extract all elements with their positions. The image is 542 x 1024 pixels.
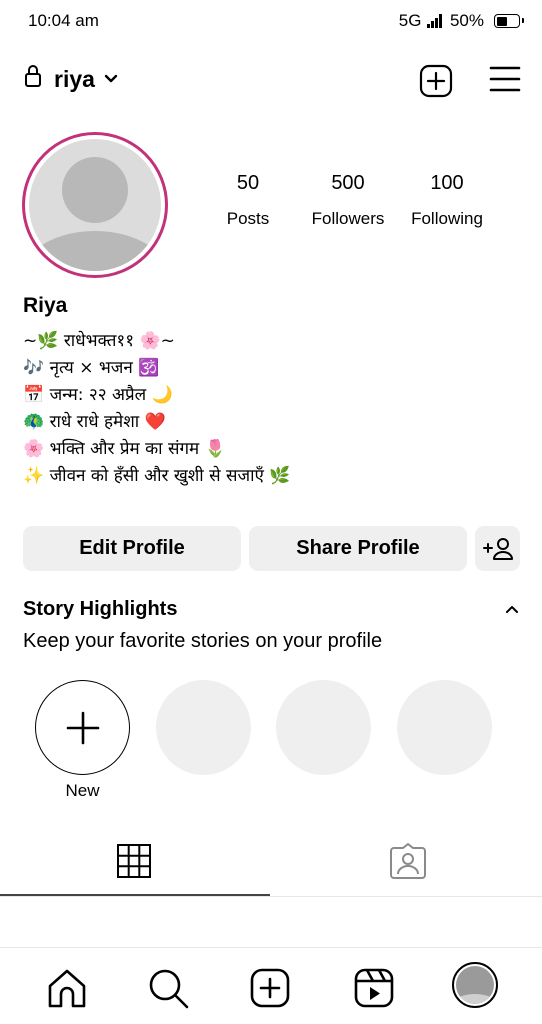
avatar-head-shape — [62, 157, 128, 223]
chevron-up-icon[interactable] — [505, 604, 519, 614]
posts-label: Posts — [226, 209, 270, 228]
new-highlight-button[interactable] — [35, 680, 130, 775]
followers-label: Followers — [311, 209, 385, 228]
network-type: 5G — [398, 11, 422, 30]
profile-tab-avatar[interactable] — [452, 962, 498, 1008]
search-icon[interactable] — [148, 968, 190, 1010]
bio-line: 📅 जन्म: २२ अप्रैल 🌙 — [23, 385, 173, 405]
bottom-nav-divider — [0, 947, 542, 948]
signal-icon — [427, 14, 442, 28]
following-count: 100 — [430, 172, 464, 194]
username-switcher[interactable]: riya — [54, 66, 95, 93]
status-time: 10:04 am — [28, 11, 99, 30]
posts-count: 50 — [236, 172, 260, 194]
status-indicators: 5G 50% — [398, 11, 524, 31]
bio-line: 🎶 नृत्य × भजन 🕉️ — [23, 358, 160, 378]
chevron-down-icon[interactable] — [104, 74, 118, 84]
menu-icon[interactable] — [489, 64, 521, 94]
story-highlights-title: Story Highlights — [23, 598, 178, 620]
home-icon[interactable] — [47, 968, 87, 1010]
battery-fill — [496, 16, 507, 26]
avatar-placeholder — [29, 139, 161, 271]
add-post-icon[interactable] — [419, 64, 453, 98]
avatar-placeholder — [456, 966, 494, 1004]
followers-stat[interactable]: 500 Followers — [298, 172, 398, 229]
new-highlight-label: New — [65, 781, 100, 800]
lock-icon — [25, 65, 41, 87]
battery-icon — [494, 14, 524, 28]
share-profile-button[interactable]: Share Profile — [249, 526, 467, 571]
following-stat[interactable]: 100 Following — [397, 172, 497, 229]
edit-profile-button[interactable]: Edit Profile — [23, 526, 241, 571]
battery-percent: 50% — [449, 11, 484, 30]
story-highlights-subtitle: Keep your favorite stories on your profi… — [23, 630, 383, 652]
bio-line: 🦚 राधे राधे हमेशा ❤️ — [23, 412, 166, 432]
add-person-icon — [482, 537, 513, 560]
create-icon[interactable] — [250, 968, 290, 1008]
avatar-body-shape — [29, 231, 161, 271]
reels-icon[interactable] — [354, 968, 394, 1008]
bio-line: ~🌿 राधेभक्त११ 🌸~ — [23, 331, 175, 351]
highlight-placeholder — [397, 680, 492, 775]
tab-divider — [0, 896, 542, 897]
profile-bio: ~🌿 राधेभक्त११ 🌸~ 🎶 नृत्य × भजन 🕉️ 📅 जन्म… — [23, 328, 290, 490]
highlight-placeholder — [276, 680, 371, 775]
highlight-placeholder — [156, 680, 251, 775]
bio-line: ✨ जीवन को हँसी और खुशी से सजाएँ 🌿 — [23, 466, 291, 486]
grid-icon[interactable] — [116, 843, 152, 879]
profile-header: riya — [0, 58, 542, 102]
bio-line: 🌸 भक्ति और प्रेम का संगम 🌷 — [23, 439, 226, 459]
tagged-icon[interactable] — [389, 843, 427, 879]
plus-icon — [66, 711, 99, 744]
status-bar: 10:04 am 5G 50% — [0, 0, 542, 42]
followers-count: 500 — [331, 172, 365, 194]
following-label: Following — [411, 209, 483, 228]
profile-avatar[interactable] — [22, 132, 168, 278]
discover-people-button[interactable] — [475, 526, 520, 571]
posts-stat[interactable]: 50 Posts — [198, 172, 298, 229]
display-name: Riya — [23, 294, 68, 317]
